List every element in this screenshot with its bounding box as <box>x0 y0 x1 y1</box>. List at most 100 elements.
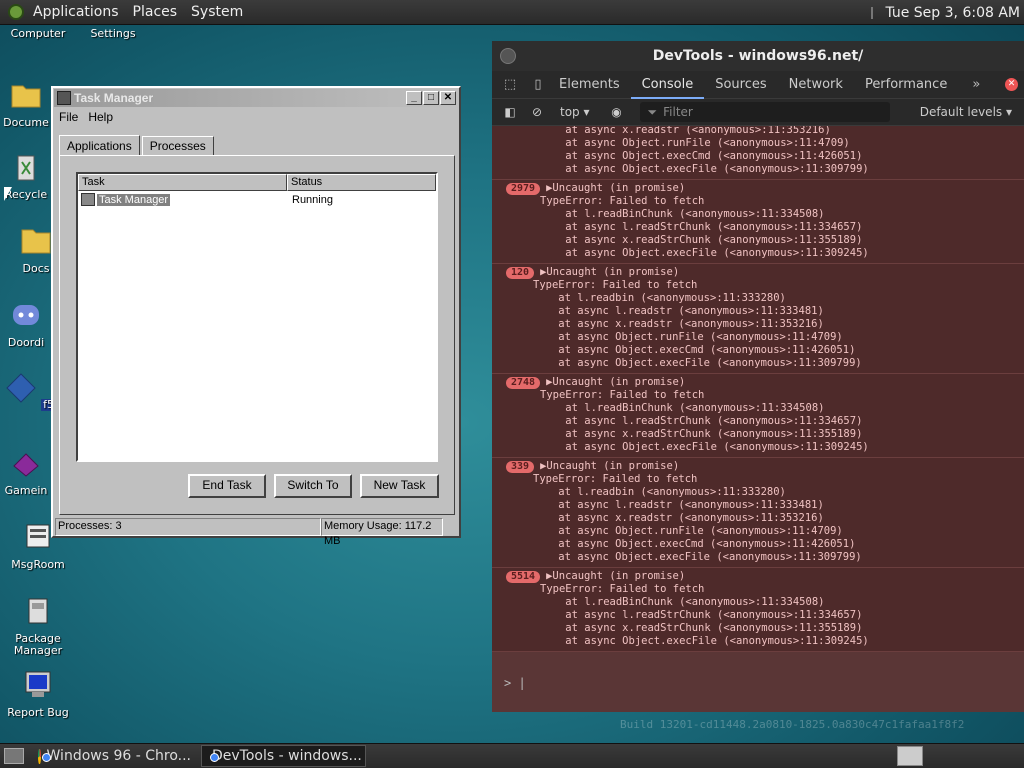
context-value: top <box>560 105 580 119</box>
repeat-count-badge: 120 <box>506 266 535 279</box>
tab-elements[interactable]: Elements <box>548 71 631 99</box>
tab-processes[interactable]: Processes <box>141 136 214 156</box>
stack-line: at async x.readstr (<anonymous>:11:35321… <box>533 512 824 524</box>
desktop-icon-computer[interactable]: Computer <box>0 28 76 40</box>
desktop-icon-label: Computer <box>10 27 66 40</box>
tab-sources[interactable]: Sources <box>704 71 777 99</box>
error-header[interactable]: 339 ▶ Uncaught (in promise) <box>492 460 1024 473</box>
column-header-task[interactable]: Task <box>78 174 287 191</box>
stack-line: at async Object.execFile (<anonymous>:11… <box>540 441 869 453</box>
error-title: Uncaught (in promise) <box>552 376 686 388</box>
desktop-icon-discord[interactable]: Doordi <box>0 298 52 349</box>
task-list[interactable]: Task Status Task Manager Running <box>76 172 438 462</box>
taskbar-item-label: DevTools - windows... <box>212 748 362 764</box>
console-error[interactable]: 120 ▶ Uncaught (in promise) TypeError: Fai… <box>492 264 1024 374</box>
console-toolbar: ◧ ⊘ top ▾ ◉ ⏷ Filter Default levels ▾ <box>492 99 1024 126</box>
menu-system[interactable]: System <box>191 4 243 20</box>
workspace-switcher-icon[interactable] <box>897 746 923 766</box>
close-button[interactable]: ✕ <box>440 91 456 105</box>
folder-icon <box>21 229 51 254</box>
stack-line: at async l.readStrChunk (<anonymous>:11:… <box>540 221 863 233</box>
console-error[interactable]: 5514 ▶ Uncaught (in promise) TypeError: Fa… <box>492 568 1024 652</box>
stack-line: at async l.readstr (<anonymous>:11:33348… <box>533 499 824 511</box>
new-task-button[interactable]: New Task <box>360 474 439 498</box>
task-manager-icon <box>81 193 95 206</box>
repeat-count-badge: 2748 <box>506 376 541 389</box>
error-header[interactable]: 5514 ▶ Uncaught (in promise) <box>492 570 1024 583</box>
console-error[interactable]: 2748 ▶ Uncaught (in promise) TypeError: Fa… <box>492 374 1024 458</box>
console-output[interactable]: at async x.readstr (<anonymous>:11:35321… <box>492 126 1024 712</box>
tab-applications[interactable]: Applications <box>59 135 140 156</box>
desktop-icon-label: Doordi <box>7 336 45 349</box>
status-processes: Processes: 3 <box>55 518 321 536</box>
task-status: Running <box>292 193 333 206</box>
console-error[interactable]: 339 ▶ Uncaught (in promise) TypeError: Fai… <box>492 458 1024 568</box>
menu-applications[interactable]: Applications <box>33 4 119 20</box>
console-prompt[interactable]: > | <box>504 676 526 690</box>
desktop-icon-report-bug[interactable]: Report Bug <box>0 668 76 719</box>
minimize-button[interactable]: _ <box>406 91 422 105</box>
stack-line: at async Object.execCmd (<anonymous>:11:… <box>533 344 856 356</box>
table-row[interactable]: Task Manager Running <box>78 191 436 208</box>
tab-performance[interactable]: Performance <box>854 71 958 99</box>
build-watermark: Build 13201-cd11448.2a0810-1825.0a830c47… <box>620 718 965 731</box>
tab-console[interactable]: Console <box>630 71 705 99</box>
show-desktop-icon[interactable] <box>4 748 24 764</box>
menu-help[interactable]: Help <box>88 110 113 124</box>
stack-line: at l.readbin (<anonymous>:11:333280) <box>533 486 786 498</box>
task-cell: Task Manager <box>78 193 287 206</box>
stack-line: at async x.readstr (<anonymous>:11:35321… <box>540 126 831 136</box>
stack-line: TypeError: Failed to fetch <box>540 583 705 595</box>
error-count-icon[interactable]: ✕ <box>1005 78 1018 91</box>
live-expression-icon[interactable]: ◉ <box>608 105 626 119</box>
clear-console-icon[interactable]: ⊘ <box>528 105 546 119</box>
desktop-icon-settings[interactable]: Settings <box>75 28 151 40</box>
task-manager-tabs: Applications Processes <box>59 135 216 156</box>
clock-area: Tue Sep 3, 6:08 AM <box>871 0 1024 25</box>
console-error[interactable]: 2979 ▶ Uncaught (in promise) TypeError: Fa… <box>492 180 1024 264</box>
repeat-count-badge: 5514 <box>506 570 541 583</box>
error-header[interactable]: 2979 ▶ Uncaught (in promise) <box>492 182 1024 195</box>
panel-separator <box>871 6 874 19</box>
end-task-button[interactable]: End Task <box>188 474 266 498</box>
top-panel: Applications Places System Tue Sep 3, 6:… <box>0 0 1024 25</box>
console-error-partial: at async x.readstr (<anonymous>:11:35321… <box>492 126 1024 180</box>
more-tabs-icon[interactable]: » <box>966 71 986 99</box>
taskbar-item-devtools[interactable]: DevTools - windows... <box>201 745 366 767</box>
menu-places[interactable]: Places <box>133 4 178 20</box>
context-selector[interactable]: top ▾ <box>560 105 590 119</box>
switch-to-button[interactable]: Switch To <box>274 474 352 498</box>
devtools-tabs: ⬚ ▯ Elements Console Sources Network Per… <box>492 71 1024 99</box>
task-manager-titlebar[interactable]: Task Manager _ □ ✕ <box>54 89 458 107</box>
msgroom-icon <box>26 524 50 548</box>
stack-line: at async Object.execFile (<anonymous>:11… <box>533 551 862 563</box>
desktop-icon-documents[interactable]: Docume <box>0 78 52 129</box>
error-title: Uncaught (in promise) <box>546 460 680 472</box>
error-header[interactable]: 2748 ▶ Uncaught (in promise) <box>492 376 1024 389</box>
column-header-status[interactable]: Status <box>287 174 436 191</box>
device-toolbar-icon[interactable]: ▯ <box>528 71 548 99</box>
stack-line: TypeError: Failed to fetch <box>540 195 705 207</box>
game-icon <box>13 453 39 477</box>
desktop-icon-label: Gamein <box>4 484 48 497</box>
file-icon <box>5 373 36 403</box>
repeat-count-badge: 339 <box>506 460 535 473</box>
desktop-icon-game[interactable]: Gamein <box>0 446 52 497</box>
window-menu-icon[interactable] <box>500 48 516 64</box>
applications-panel: Task Status Task Manager Running End Tas… <box>59 155 455 515</box>
desktop-icon-package-manager[interactable]: Package Manager <box>0 594 76 657</box>
error-header[interactable]: 120 ▶ Uncaught (in promise) <box>492 266 1024 279</box>
filter-input[interactable]: ⏷ Filter <box>639 102 890 122</box>
devtools-titlebar[interactable]: DevTools - windows96.net/ <box>492 41 1024 71</box>
tab-network[interactable]: Network <box>778 71 854 99</box>
distro-logo-icon[interactable] <box>8 4 24 20</box>
taskbar-item-windows96[interactable]: Windows 96 - Chro... <box>34 745 199 767</box>
stack-line: at async Object.runFile (<anonymous>:11:… <box>533 525 843 537</box>
maximize-button[interactable]: □ <box>423 91 439 105</box>
clock[interactable]: Tue Sep 3, 6:08 AM <box>885 5 1020 21</box>
inspect-element-icon[interactable]: ⬚ <box>500 71 520 99</box>
sidebar-toggle-icon[interactable]: ◧ <box>501 105 519 119</box>
menu-file[interactable]: File <box>59 110 78 124</box>
log-levels-dropdown[interactable]: Default levels ▾ <box>920 105 1012 119</box>
filter-icon: ⏷ <box>647 104 658 119</box>
